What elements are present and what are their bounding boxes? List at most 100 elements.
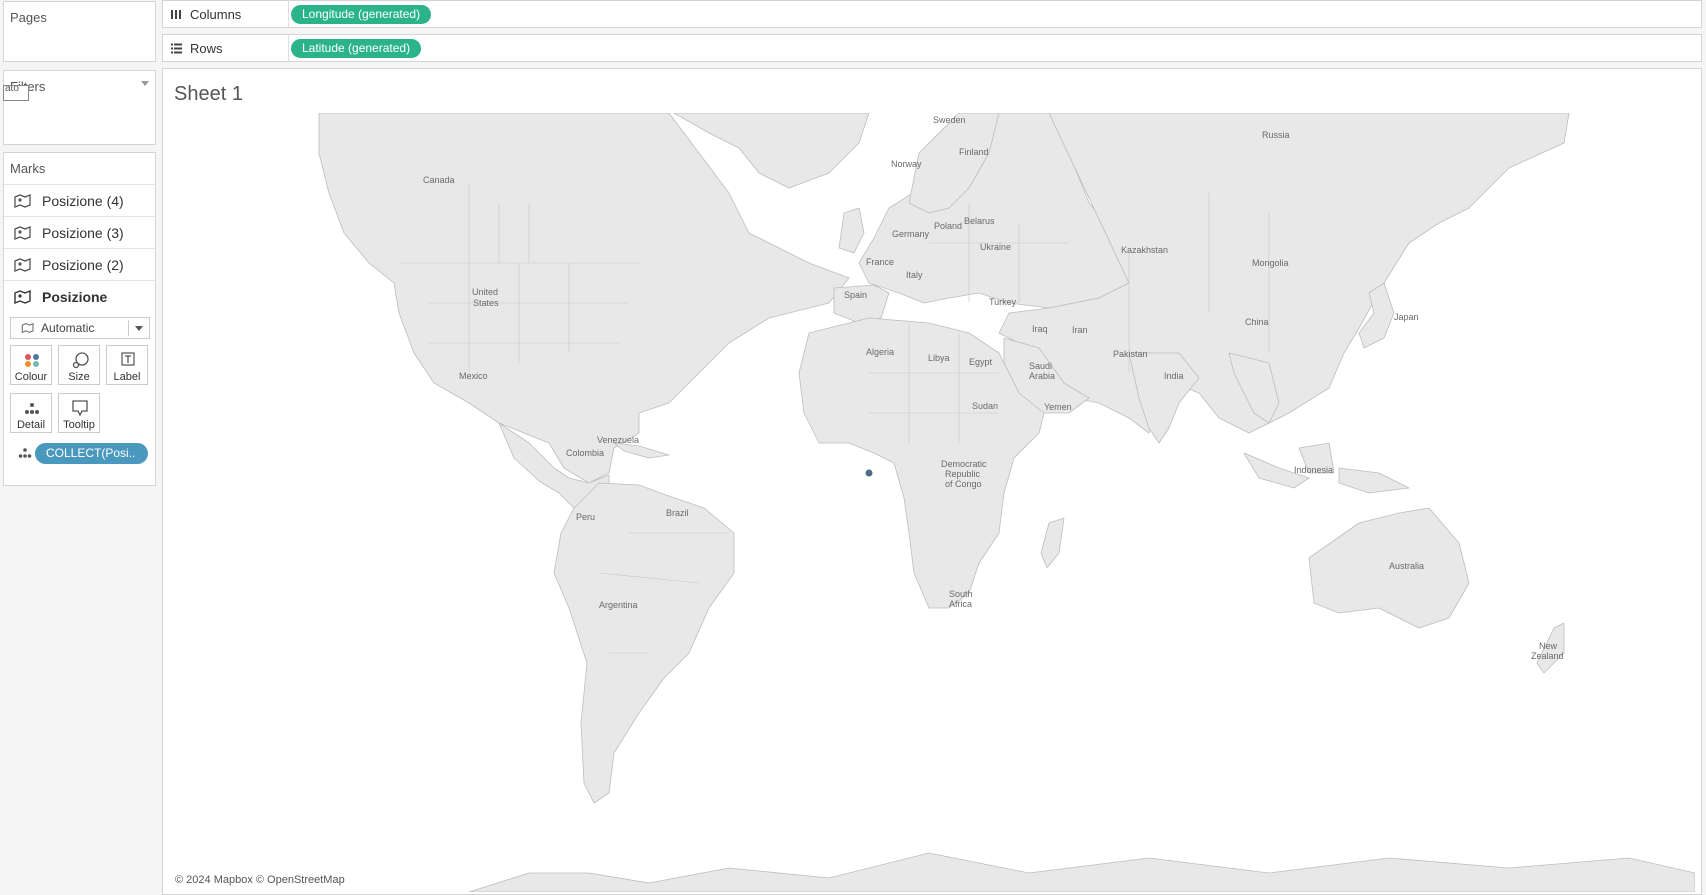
detail-icon [25,403,39,414]
map-label-africa: Africa [949,599,972,609]
map-canvas[interactable]: Sweden Finland Russia Norway Canada Pola… [169,113,1695,892]
map-label-india: India [1164,371,1184,381]
colour-button-label: Colour [14,371,48,383]
map-mark-icon [14,289,31,304]
location-mark[interactable] [865,469,873,477]
map-label-pakistan: Pakistan [1113,349,1148,359]
rows-shelf-label: Rows [190,40,223,56]
pages-card[interactable]: Pages [3,1,156,62]
map-label-finland: Finland [959,147,989,157]
filters-drop-stub: ato [3,85,29,101]
antarctica-land [468,852,1695,892]
map-mark-icon [14,257,31,272]
map-label-zealand: Zealand [1531,651,1564,661]
cuba-land [613,442,670,459]
mark-type-dropdown[interactable]: Automatic [10,317,150,339]
longitude-pill[interactable]: Longitude (generated) [291,5,432,24]
map-label-germany: Germany [892,229,930,239]
map-label-republic: Republic [945,469,981,479]
map-label-russia: Russia [1262,130,1290,140]
marks-card-title: Marks [10,161,46,176]
map-attribution[interactable]: © 2024 Mapbox © OpenStreetMap [175,874,345,886]
map-label-mexico: Mexico [459,371,488,381]
marks-layer-label: Posizione [42,288,108,305]
uk-land [838,207,865,254]
tooltip-icon [72,400,88,417]
size-icon [72,352,89,369]
filters-card[interactable]: Filters ato [3,70,156,145]
label-icon [121,352,135,366]
detail-button-label: Detail [16,419,46,431]
map-label-new: New [1539,641,1558,651]
colour-icon [25,354,39,367]
map-label-saudi: Saudi [1029,361,1052,371]
map-label-yemen: Yemen [1044,402,1072,412]
tooltip-button[interactable]: Tooltip [58,393,100,433]
map-label-belarus: Belarus [964,216,995,226]
label-button-label: Label [113,371,141,383]
map-label-venezuela: Venezuela [597,435,639,445]
map-label-sweden: Sweden [933,115,966,125]
size-button-label: Size [68,371,90,383]
map-label-indonesia: Indonesia [1294,465,1333,475]
pages-card-title: Pages [10,10,47,25]
map-label-egypt: Egypt [969,357,993,367]
map-label-libya: Libya [928,353,950,363]
marks-layer-posizione-3[interactable]: Posizione (3) [4,216,155,248]
map-label-peru: Peru [576,512,595,522]
map-label-algeria: Algeria [866,347,894,357]
map-label-japan: Japan [1394,312,1419,322]
map-label-ukraine: Ukraine [980,242,1011,252]
map-label-poland: Poland [934,221,962,231]
mark-type-value: Automatic [41,321,95,335]
marks-layer-posizione-4[interactable]: Posizione (4) [4,184,155,216]
map-label-states: States [473,298,499,308]
tableau-workspace: Pages Filters ato Marks Posizione (4) Po… [0,0,1706,895]
marks-layer-posizione[interactable]: Posizione [4,280,155,312]
sheet-title[interactable]: Sheet 1 [174,83,243,106]
map-label-turkey: Turkey [989,297,1017,307]
map-label-colombia: Colombia [566,448,604,458]
map-label-iran: Iran [1072,325,1088,335]
map-label-china: China [1245,317,1269,327]
colour-button[interactable]: Colour [10,345,52,385]
columns-shelf-label: Columns [190,6,242,22]
marks-card: Marks Posizione (4) Posizione (3) Posizi… [3,152,156,486]
map-label-canada: Canada [423,175,455,185]
map-view[interactable]: Sweden Finland Russia Norway Canada Pola… [169,113,1695,892]
marks-layer-label: Posizione (2) [42,256,124,273]
label-button[interactable]: Label [106,345,148,385]
dropdown-separator [128,320,129,336]
map-label-norway: Norway [891,159,922,169]
map-label-spain: Spain [844,290,867,300]
map-label-italy: Italy [906,270,923,280]
size-button[interactable]: Size [58,345,100,385]
map-label-brazil: Brazil [666,508,689,518]
map-label-australia: Australia [1389,561,1424,571]
map-mark-icon [21,323,34,333]
marks-layer-label: Posizione (4) [42,192,124,209]
detail-button[interactable]: Detail [10,393,52,433]
map-label-argentina: Argentina [599,600,638,610]
map-label-mongolia: Mongolia [1252,258,1289,268]
rows-icon [171,43,182,54]
detail-field-pill[interactable]: COLLECT(Posi.. [35,443,148,464]
filters-dropdown-icon[interactable] [141,81,149,86]
map-label-arabia: Arabia [1029,371,1055,381]
marks-layer-posizione-2[interactable]: Posizione (2) [4,248,155,280]
map-mark-icon [14,225,31,240]
madagascar-land [1040,517,1065,569]
rows-shelf[interactable]: Rows Latitude (generated) [162,34,1702,62]
map-label-of-congo: of Congo [945,479,982,489]
chevron-down-icon [135,326,143,331]
worksheet-view: Sheet 1 Sweden Finland Russia Norway Can… [162,68,1702,895]
columns-shelf[interactable]: Columns Longitude (generated) [162,0,1702,28]
marks-layer-label: Posizione (3) [42,224,124,241]
tooltip-button-label: Tooltip [63,419,95,431]
map-label-sudan: Sudan [972,401,998,411]
latitude-pill[interactable]: Latitude (generated) [291,39,422,58]
map-label-kazakhstan: Kazakhstan [1121,245,1168,255]
map-label-france: France [866,257,894,267]
map-label-iraq: Iraq [1032,324,1048,334]
columns-shelf-label-area: Columns [163,1,289,27]
